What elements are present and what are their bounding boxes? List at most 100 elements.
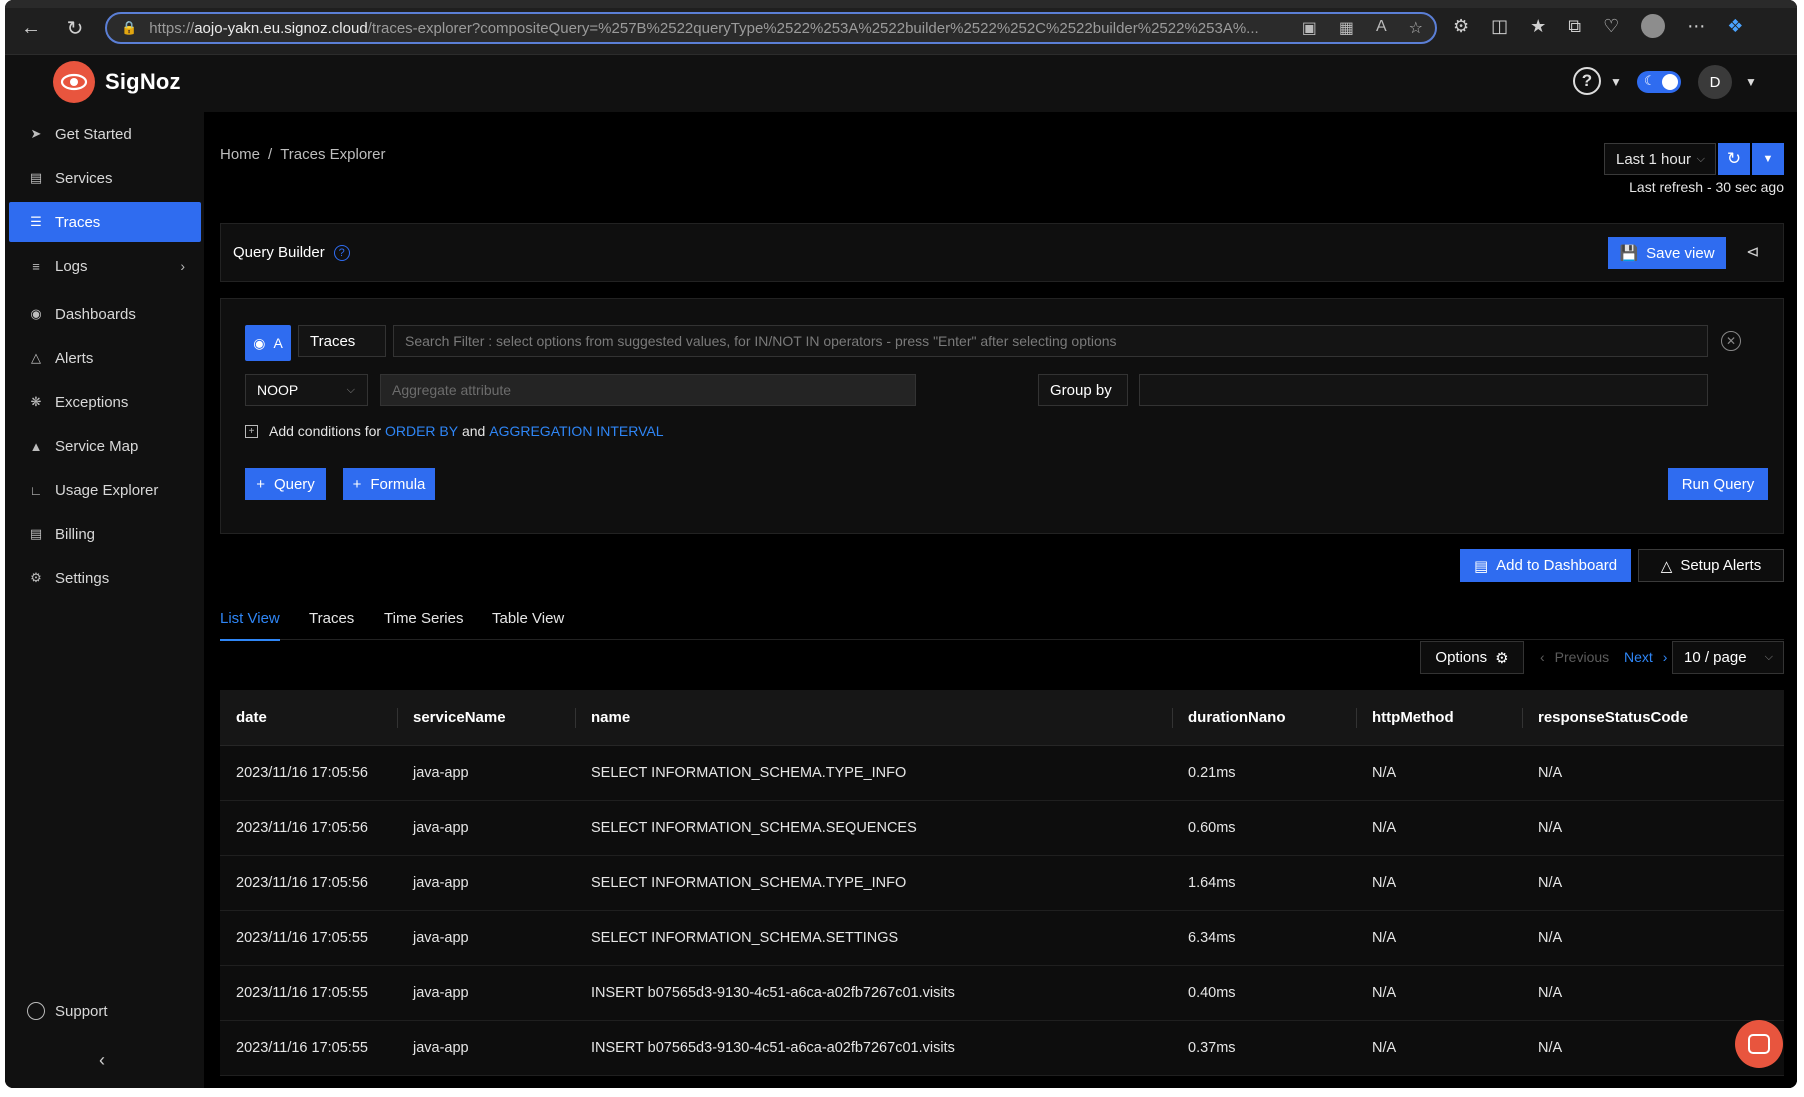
sidebar-item-exceptions[interactable]: ❋ Exceptions [9, 382, 201, 422]
signoz-logo-icon [53, 61, 95, 103]
cell-service-name: java-app [413, 1040, 469, 1056]
add-formula-button[interactable]: + Formula [343, 468, 435, 500]
chevron-down-icon: ⌵ [346, 383, 355, 396]
add-query-button[interactable]: + Query [245, 468, 326, 500]
group-by-input[interactable] [1139, 374, 1708, 406]
favorite-star-icon[interactable]: ☆ [1409, 18, 1423, 38]
collapse-sidebar-icon[interactable]: ‹ [99, 1050, 105, 1071]
lock-icon: 🔒 [121, 20, 138, 35]
cell-http-method: N/A [1372, 820, 1397, 836]
bar-chart-icon: ▤ [29, 170, 43, 185]
last-refresh-text: Last refresh - 30 sec ago [1629, 179, 1784, 195]
refresh-interval-dropdown[interactable]: ▼ [1752, 143, 1784, 175]
sidebar-item-service-map[interactable]: ▲ Service Map [9, 426, 201, 466]
table-row[interactable]: 2023/11/16 17:05:56 java-app SELECT INFO… [220, 801, 1784, 856]
sidebar-item-alerts[interactable]: △ Alerts [9, 338, 201, 378]
query-toggle-button[interactable]: ◉ A [245, 325, 291, 361]
cell-date: 2023/11/16 17:05:55 [236, 930, 368, 946]
sidebar-item-billing[interactable]: ▤ Billing [9, 514, 201, 554]
read-aloud-icon[interactable]: A [1376, 18, 1387, 38]
tab-table-view[interactable]: Table View [492, 596, 564, 640]
favorites-icon[interactable]: ★ [1530, 16, 1546, 37]
split-screen-icon[interactable]: ◫ [1491, 16, 1508, 37]
cell-http-method: N/A [1372, 765, 1397, 781]
save-view-button[interactable]: 💾 Save view [1608, 237, 1726, 269]
setup-alerts-button[interactable]: △ Setup Alerts [1638, 549, 1784, 582]
user-dropdown-icon[interactable]: ▼ [1745, 75, 1757, 89]
address-bar[interactable]: 🔒 https://aojo-yakn.eu.signoz.cloud/trac… [105, 12, 1437, 44]
tab-traces[interactable]: Traces [309, 596, 354, 640]
query-builder-header: Query Builder ? 💾 Save view ⊲ [220, 223, 1784, 282]
sidebar-item-support[interactable]: Support [27, 1002, 108, 1020]
help-icon[interactable]: ? [1573, 67, 1601, 95]
cell-date: 2023/11/16 17:05:56 [236, 820, 368, 836]
page-size-select[interactable]: 10 / page ⌵ [1672, 641, 1784, 674]
cell-duration: 1.64ms [1188, 875, 1236, 891]
back-arrow-icon[interactable]: ← [17, 14, 45, 42]
column-header[interactable]: serviceName [397, 690, 575, 745]
sidebar-item-get-started[interactable]: ➤ Get Started [9, 114, 201, 154]
add-conditions-row[interactable]: + Add conditions for ORDER BY and AGGREG… [245, 423, 664, 439]
breadcrumb-home[interactable]: Home [220, 146, 260, 163]
cell-status-code: N/A [1538, 765, 1563, 781]
table-row[interactable]: 2023/11/16 17:05:56 java-app SELECT INFO… [220, 746, 1784, 801]
sidebar-item-dashboards[interactable]: ◉ Dashboards [9, 294, 201, 334]
column-header[interactable]: name [575, 690, 1172, 745]
logo[interactable]: SigNoz [53, 61, 181, 103]
next-page-button[interactable]: Next › [1624, 649, 1667, 665]
options-button[interactable]: Options ⚙ [1420, 641, 1524, 674]
more-icon[interactable]: ⋯ [1687, 16, 1705, 37]
tab-list-view[interactable]: List View [220, 596, 280, 641]
info-icon[interactable]: ? [333, 244, 350, 261]
order-by-link[interactable]: ORDER BY [385, 423, 458, 439]
tab-time-series[interactable]: Time Series [384, 596, 463, 640]
table-row[interactable]: 2023/11/16 17:05:55 java-app INSERT b075… [220, 1021, 1784, 1076]
collections-icon[interactable]: ⧉ [1568, 16, 1581, 37]
aggregation-interval-link[interactable]: AGGREGATION INTERVAL [489, 423, 663, 439]
data-source-select[interactable]: Traces [298, 325, 386, 357]
sidebar-item-services[interactable]: ▤ Services [9, 158, 201, 198]
eye-icon: ◉ [253, 334, 266, 351]
chat-icon [1748, 1034, 1770, 1054]
extensions-icon[interactable]: ⚙ [1453, 16, 1469, 37]
sidebar-item-usage-explorer[interactable]: ∟ Usage Explorer [9, 470, 201, 510]
close-circle-icon[interactable]: ✕ [1721, 331, 1741, 351]
cell-date: 2023/11/16 17:05:56 [236, 765, 368, 781]
breadcrumb-current: Traces Explorer [280, 146, 386, 163]
moon-icon: ☾ [1644, 73, 1656, 88]
aggregate-operator-select[interactable]: NOOP ⌵ [245, 374, 368, 406]
help-dropdown-icon[interactable]: ▼ [1610, 75, 1622, 89]
column-header[interactable]: httpMethod [1356, 690, 1522, 745]
column-header[interactable]: date [220, 690, 397, 745]
cell-duration: 0.40ms [1188, 985, 1236, 1001]
aggregate-attribute-input[interactable]: Aggregate attribute [380, 374, 916, 406]
reload-icon[interactable]: ↻ [61, 14, 89, 42]
breadcrumb: Home / Traces Explorer [220, 146, 386, 163]
health-icon[interactable]: ♡ [1603, 16, 1619, 37]
sidebar-item-settings[interactable]: ⚙ Settings [9, 558, 201, 598]
column-header[interactable]: durationNano [1172, 690, 1356, 745]
user-avatar[interactable]: D [1698, 65, 1732, 99]
support-icon [27, 1002, 45, 1020]
cell-name: SELECT INFORMATION_SCHEMA.TYPE_INFO [591, 875, 907, 891]
copilot-icon[interactable]: ❖ [1727, 16, 1743, 37]
profile-avatar[interactable] [1641, 14, 1666, 38]
search-filter-input[interactable]: Search Filter : select options from sugg… [393, 325, 1708, 357]
previous-page-button[interactable]: ‹ Previous [1540, 649, 1609, 665]
column-header[interactable]: responseStatusCode [1522, 690, 1784, 745]
sidebar-item-traces[interactable]: ☰ Traces [9, 202, 201, 242]
time-range-select[interactable]: Last 1 hour ⌵ [1604, 143, 1716, 175]
app-header: SigNoz ? ▼ ☾ D ▼ [5, 55, 1797, 112]
app-available-icon[interactable]: ▣ [1302, 18, 1317, 38]
share-icon[interactable]: ⊲ [1746, 242, 1759, 262]
run-query-button[interactable]: Run Query [1668, 468, 1768, 500]
table-row[interactable]: 2023/11/16 17:05:55 java-app SELECT INFO… [220, 911, 1784, 966]
chat-support-button[interactable] [1735, 1020, 1783, 1068]
table-row[interactable]: 2023/11/16 17:05:55 java-app INSERT b075… [220, 966, 1784, 1021]
theme-toggle[interactable]: ☾ [1637, 71, 1681, 93]
add-to-dashboard-button[interactable]: ▤ Add to Dashboard [1460, 549, 1631, 582]
qr-icon[interactable]: ▦ [1339, 18, 1354, 38]
sidebar-item-logs[interactable]: ≡ Logs › [9, 246, 201, 286]
refresh-button[interactable]: ↻ [1718, 143, 1750, 175]
table-row[interactable]: 2023/11/16 17:05:56 java-app SELECT INFO… [220, 856, 1784, 911]
